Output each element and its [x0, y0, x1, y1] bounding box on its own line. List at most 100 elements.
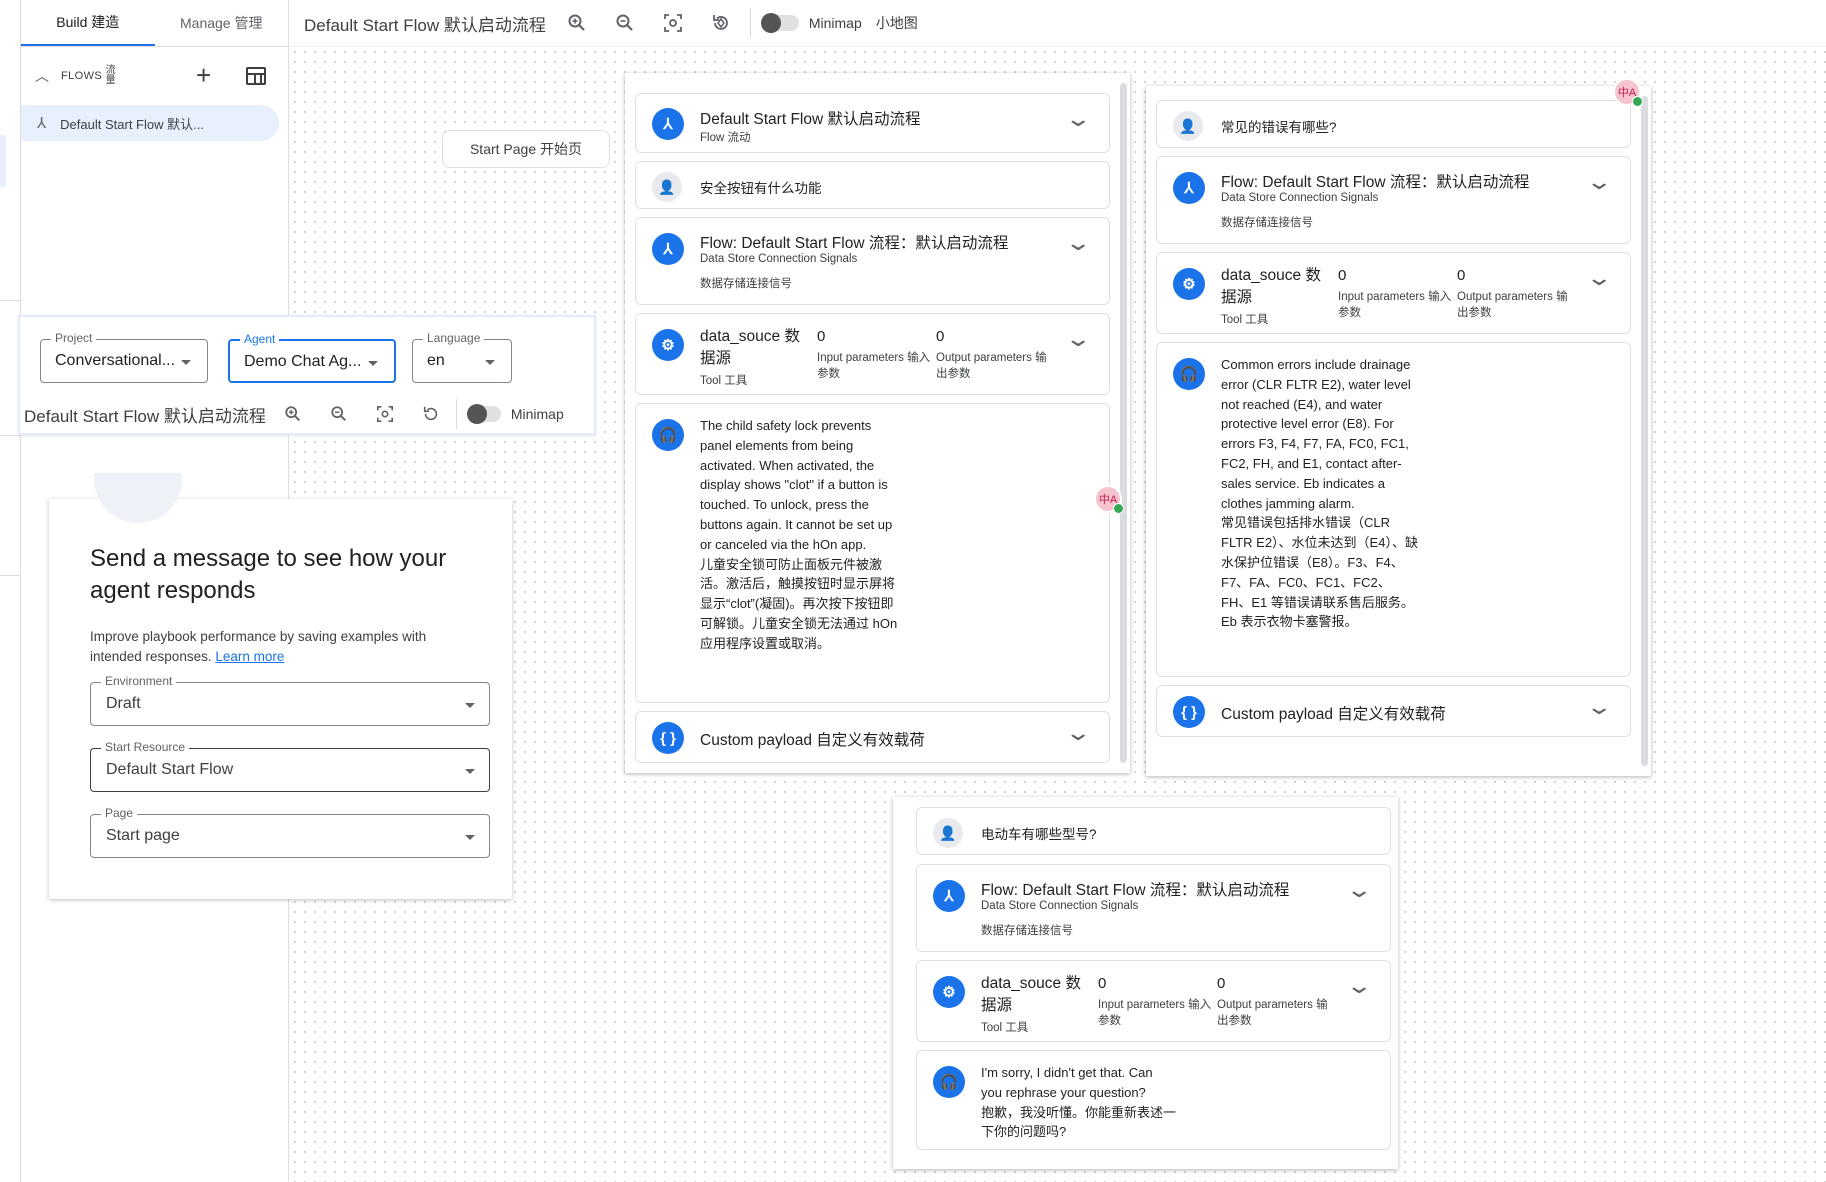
- project-value: Conversational...: [55, 352, 176, 369]
- chevron-down-icon[interactable]: ⌄: [1064, 720, 1092, 746]
- flow-signal-title: Flow: Default Start Flow 流程：默认启动流程: [981, 882, 1290, 899]
- output-param-count: 0: [1457, 267, 1466, 284]
- agent-bar-toolbar: Default Start Flow 默认启动流程 Minimap: [24, 397, 594, 431]
- status-dot: [1113, 503, 1124, 514]
- start-page-node[interactable]: Start Page 开始页: [442, 130, 610, 168]
- minimap-toggle[interactable]: [760, 13, 799, 33]
- chevron-down-icon[interactable]: ⌄: [1585, 694, 1613, 720]
- rail-divider: [0, 300, 21, 301]
- person-icon: 👤: [933, 818, 963, 848]
- toolbar-divider: [749, 8, 751, 38]
- fit-view-icon[interactable]: [368, 397, 402, 431]
- input-param-label: Input parameters 输入参数: [1338, 291, 1452, 319]
- chevron-down-icon[interactable]: ⌄: [1585, 169, 1613, 195]
- data-store-card[interactable]: ⚙ data_souce 数据源 Tool 工具 0 Input paramet…: [1156, 252, 1631, 334]
- headset-icon: 🎧: [1173, 358, 1205, 390]
- rail-active-indicator: [0, 135, 6, 187]
- user-avatar[interactable]: 中A: [1094, 485, 1124, 514]
- dropdown-arrow-icon: [485, 360, 495, 365]
- flow-card[interactable]: ⅄ Default Start Flow 默认启动流程 Flow 流动 ⌄: [635, 93, 1110, 153]
- output-param-count: 0: [936, 328, 945, 345]
- flow-signal-card[interactable]: ⅄ Flow: Default Start Flow 流程：默认启动流程 Dat…: [1156, 156, 1631, 244]
- output-param-count: 0: [1217, 975, 1226, 992]
- custom-payload-label: Custom payload 自定义有效载荷: [1221, 706, 1446, 723]
- chevron-down-icon[interactable]: ⌄: [1585, 265, 1613, 291]
- conversation-panel-3: 👤 电动车有哪些型号? ⅄ Flow: Default Start Flow 流…: [893, 797, 1398, 1169]
- page-select[interactable]: Page Start page: [90, 806, 490, 858]
- environment-select[interactable]: Environment Draft: [90, 674, 490, 726]
- start-resource-value: Default Start Flow: [106, 761, 234, 778]
- dropdown-arrow-icon: [465, 835, 475, 840]
- flow-signal-subtitle-zh: 数据存储连接信号: [1221, 217, 1313, 229]
- braces-icon: { }: [1173, 696, 1205, 728]
- flow-icon: ⅄: [1173, 172, 1205, 204]
- simulator-panel: Send a message to see how your agent res…: [49, 473, 512, 899]
- minimap-toggle[interactable]: [466, 404, 501, 424]
- tab-build[interactable]: Build 建造: [21, 0, 155, 46]
- left-rail: [0, 0, 21, 1182]
- tab-manage[interactable]: Manage 管理: [155, 0, 289, 46]
- scrollbar[interactable]: [1120, 83, 1127, 763]
- custom-payload-card[interactable]: { } Custom payload 自定义有效载荷 ⌄: [635, 711, 1110, 763]
- chevron-down-icon[interactable]: ⌄: [1064, 326, 1092, 352]
- agent-select[interactable]: Agent Demo Chat Ag...: [228, 332, 396, 383]
- rail-divider: [0, 575, 21, 576]
- agent-label: Agent: [240, 332, 280, 346]
- zoom-in-icon[interactable]: [276, 397, 310, 431]
- simulator-illustration: [94, 473, 182, 523]
- data-store-name: data_souce 数据源: [981, 975, 1081, 1014]
- user-avatar[interactable]: 中A: [1613, 78, 1643, 107]
- agent-reply-card: 🎧 The child safety lock prevents panel e…: [635, 403, 1110, 703]
- output-param-label: Output parameters 输出参数: [936, 352, 1047, 380]
- user-message-text: 常见的错误有哪些?: [1221, 120, 1337, 135]
- flows-title: FLOWS 流量: [61, 66, 118, 86]
- data-store-card[interactable]: ⚙ data_souce 数据源 Tool 工具 0 Input paramet…: [916, 960, 1391, 1042]
- input-param-label: Input parameters 输入参数: [817, 352, 931, 380]
- zoom-out-icon[interactable]: [608, 6, 642, 40]
- sidebar-item-default-start-flow[interactable]: ⅄ Default Start Flow 默认...: [21, 105, 279, 141]
- flow-title: Default Start Flow 默认启动流程: [304, 15, 546, 35]
- start-resource-select[interactable]: Start Resource Default Start Flow: [90, 740, 490, 792]
- flow-signal-card[interactable]: ⅄ Flow: Default Start Flow 流程：默认启动流程 Dat…: [635, 217, 1110, 305]
- rail-divider: [0, 435, 21, 436]
- chevron-down-icon[interactable]: ⌄: [1064, 230, 1092, 256]
- simulator-heading: Send a message to see how your agent res…: [90, 545, 447, 604]
- scrollbar[interactable]: [1641, 96, 1648, 766]
- flow-icon: ⅄: [652, 233, 684, 265]
- flow-icon: ⅄: [933, 880, 965, 912]
- custom-payload-card[interactable]: { } Custom payload 自定义有效载荷 ⌄: [1156, 685, 1631, 737]
- conversation-panel-1: ⅄ Default Start Flow 默认启动流程 Flow 流动 ⌄ 👤 …: [625, 73, 1130, 773]
- flow-signal-card[interactable]: ⅄ Flow: Default Start Flow 流程：默认启动流程 Dat…: [916, 864, 1391, 952]
- fit-view-icon[interactable]: [656, 6, 690, 40]
- zoom-out-icon[interactable]: [322, 397, 356, 431]
- agent-reply-text: I'm sorry, I didn't get that. Can you re…: [981, 1065, 1177, 1140]
- project-select[interactable]: Project Conversational...: [40, 331, 208, 383]
- add-flow-icon[interactable]: +: [196, 62, 211, 88]
- data-store-card[interactable]: ⚙ data_souce 数据源 Tool 工具 0 Input paramet…: [635, 313, 1110, 395]
- chevron-down-icon[interactable]: ⌄: [1345, 973, 1373, 999]
- sidebar-item-label: Default Start Flow 默认...: [60, 116, 204, 132]
- chevron-down-icon[interactable]: ⌄: [1064, 106, 1092, 132]
- person-icon: 👤: [1173, 111, 1203, 141]
- headset-icon: 🎧: [652, 419, 684, 451]
- zoom-in-icon[interactable]: [560, 6, 594, 40]
- dropdown-arrow-icon: [465, 769, 475, 774]
- minimap-label: Minimap: [510, 406, 564, 422]
- environment-label: Environment: [101, 674, 177, 688]
- flow-signal-subtitle-zh: 数据存储连接信号: [981, 925, 1073, 937]
- chevron-up-icon[interactable]: ︿: [35, 66, 49, 86]
- learn-more-link[interactable]: Learn more: [215, 649, 284, 664]
- start-resource-label: Start Resource: [101, 740, 190, 754]
- agent-bar-flow-title: Default Start Flow 默认启动流程: [24, 406, 266, 426]
- chevron-down-icon[interactable]: ⌄: [1345, 877, 1373, 903]
- reset-layout-icon[interactable]: [414, 397, 448, 431]
- headset-icon: 🎧: [933, 1066, 965, 1098]
- tool-icon: ⚙: [1173, 268, 1205, 300]
- simulator-description: Improve playbook performance by saving e…: [90, 627, 470, 667]
- reset-layout-icon[interactable]: [704, 6, 738, 40]
- flow-signal-subtitle-zh: 数据存储连接信号: [700, 278, 792, 290]
- flow-signal-subtitle: Data Store Connection Signals: [981, 900, 1139, 912]
- table-view-icon[interactable]: [246, 67, 266, 85]
- language-select[interactable]: Language en: [412, 331, 512, 383]
- dropdown-arrow-icon: [181, 360, 191, 365]
